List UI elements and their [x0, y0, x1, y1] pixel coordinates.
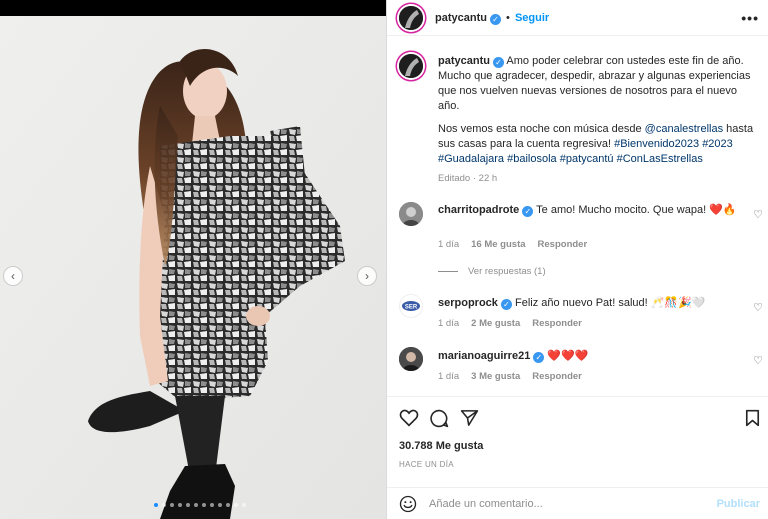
- caption-avatar[interactable]: [399, 54, 423, 78]
- caption-paragraph-1: patycantu ✓ Amo poder celebrar con ustede…: [438, 54, 756, 114]
- hashtag-link[interactable]: #bailosola: [507, 153, 557, 165]
- comment-like-heart-icon[interactable]: ♡: [753, 208, 763, 221]
- author-username[interactable]: patycantu: [435, 12, 487, 24]
- carousel-next-button[interactable]: ›: [357, 266, 377, 286]
- carousel-dot: [154, 503, 158, 507]
- hashtag-link[interactable]: #ConLasEstrellas: [617, 153, 703, 165]
- carousel-dot: [178, 503, 182, 507]
- carousel-dot: [162, 503, 166, 507]
- verified-badge-icon: ✓: [489, 14, 501, 25]
- post-media[interactable]: ‹ ›: [0, 16, 386, 519]
- caption-paragraph-2: Nos vemos esta noche con música desde @c…: [438, 122, 756, 167]
- author-avatar[interactable]: [399, 6, 423, 30]
- comment-meta: 1 día 16 Me gusta Responder: [438, 239, 587, 250]
- comment-time: 1 día: [438, 371, 460, 382]
- post-time-ago: HACE UN DÍA: [399, 460, 454, 469]
- comment-text: Te amo! Mucho mocito. Que wapa! ❤️🔥: [536, 204, 737, 216]
- carousel-dot: [234, 503, 238, 507]
- emoji-icon[interactable]: [399, 495, 417, 513]
- carousel-dot: [186, 503, 190, 507]
- avatar-image: [399, 347, 423, 371]
- media-top-bar: [0, 0, 386, 16]
- chevron-right-icon: ›: [365, 269, 369, 283]
- bookmark-icon[interactable]: [745, 409, 760, 427]
- hashtag-link[interactable]: #Bienvenido2023: [614, 138, 699, 150]
- comment-likes[interactable]: 3 Me gusta: [471, 371, 520, 382]
- hashtag-link[interactable]: #Guadalajara: [438, 153, 504, 165]
- verified-badge-icon: ✓: [533, 352, 545, 363]
- avatar-image: [399, 54, 423, 78]
- comment-username[interactable]: charritopadrote: [438, 204, 519, 216]
- hashtag-link[interactable]: #2023: [702, 138, 733, 150]
- caption-body-2-start: Nos vemos esta noche con música desde: [438, 123, 645, 135]
- post-header: patycantu ✓ • Seguir •••: [387, 0, 768, 36]
- carousel-dot: [194, 503, 198, 507]
- carousel-dot: [226, 503, 230, 507]
- post-side-panel: patycantu ✓ • Seguir ••• patycantu ✓ Amo p…: [386, 0, 768, 519]
- avatar-image: SER: [400, 295, 422, 317]
- instagram-post-window: ‹ › patycantu ✓ • Seguir ••• patycantu ✓…: [0, 0, 768, 519]
- hashtag-link[interactable]: #patycantú: [560, 153, 614, 165]
- add-comment-bar: Publicar: [387, 487, 768, 519]
- caption-text: patycantu ✓ Amo poder celebrar con ustede…: [438, 54, 756, 186]
- publish-button[interactable]: Publicar: [717, 498, 760, 510]
- caption-edited-time: Editado · 22 h: [438, 173, 498, 184]
- paper-plane-icon[interactable]: [460, 409, 479, 427]
- comment-likes[interactable]: 16 Me gusta: [471, 239, 525, 250]
- reply-button[interactable]: Responder: [532, 318, 582, 329]
- comment-text: ❤️❤️❤️: [547, 350, 589, 362]
- view-replies-button[interactable]: Ver respuestas (1): [438, 266, 546, 277]
- view-replies-label: Ver respuestas (1): [468, 266, 546, 277]
- comment-likes[interactable]: 2 Me gusta: [471, 318, 520, 329]
- heart-icon[interactable]: [399, 409, 419, 427]
- comment-time: 1 día: [438, 318, 460, 329]
- reply-button[interactable]: Responder: [538, 239, 588, 250]
- replies-divider: [438, 271, 458, 272]
- separator-dot: •: [506, 12, 510, 24]
- comment-meta: 1 día 3 Me gusta Responder: [438, 371, 582, 382]
- likes-count[interactable]: 30.788 Me gusta: [399, 440, 483, 452]
- post-actions-bar: [387, 396, 768, 436]
- verified-badge-icon: ✓: [492, 57, 504, 68]
- avatar-image: [399, 6, 423, 30]
- avatar-image: [399, 202, 423, 226]
- comment-time: 1 día: [438, 239, 460, 250]
- carousel-dot: [242, 503, 246, 507]
- verified-badge-icon: ✓: [500, 299, 512, 310]
- carousel-dot: [202, 503, 206, 507]
- comment-text-wrap: charritopadrote ✓ Te amo! Mucho mocito. Q…: [438, 203, 738, 218]
- comment-text: Feliz año nuevo Pat! salud! 🥂🎊🎉🤍: [514, 297, 706, 309]
- post-photo: [0, 16, 386, 519]
- comment-input[interactable]: [429, 496, 699, 512]
- carousel-dot: [170, 503, 174, 507]
- svg-text:SER: SER: [405, 305, 418, 311]
- comment-username[interactable]: marianoaguirre21: [438, 350, 530, 362]
- follow-button[interactable]: Seguir: [515, 12, 549, 24]
- comment-meta: 1 día 2 Me gusta Responder: [438, 318, 582, 329]
- comment-like-heart-icon[interactable]: ♡: [753, 354, 763, 367]
- comment-avatar[interactable]: SER: [399, 294, 423, 318]
- comment-avatar[interactable]: [399, 347, 423, 371]
- chevron-left-icon: ‹: [11, 269, 15, 283]
- carousel-dot: [218, 503, 222, 507]
- caption-username[interactable]: patycantu: [438, 55, 490, 67]
- comment-icon[interactable]: [430, 409, 449, 428]
- header-title-row: patycantu ✓ • Seguir: [435, 12, 549, 25]
- carousel-dots: [154, 503, 246, 507]
- comment-text-wrap: marianoaguirre21 ✓ ❤️❤️❤️: [438, 349, 738, 364]
- comment-like-heart-icon[interactable]: ♡: [753, 301, 763, 314]
- comment-text-wrap: serpoprock ✓ Feliz año nuevo Pat! salud! …: [438, 296, 738, 311]
- carousel-dot: [210, 503, 214, 507]
- reply-button[interactable]: Responder: [532, 371, 582, 382]
- comment-username[interactable]: serpoprock: [438, 297, 498, 309]
- verified-badge-icon: ✓: [522, 206, 534, 217]
- mention-link[interactable]: @canalestrellas: [645, 123, 723, 135]
- comment-avatar[interactable]: [399, 202, 423, 226]
- carousel-prev-button[interactable]: ‹: [3, 266, 23, 286]
- more-options-button[interactable]: •••: [741, 10, 759, 26]
